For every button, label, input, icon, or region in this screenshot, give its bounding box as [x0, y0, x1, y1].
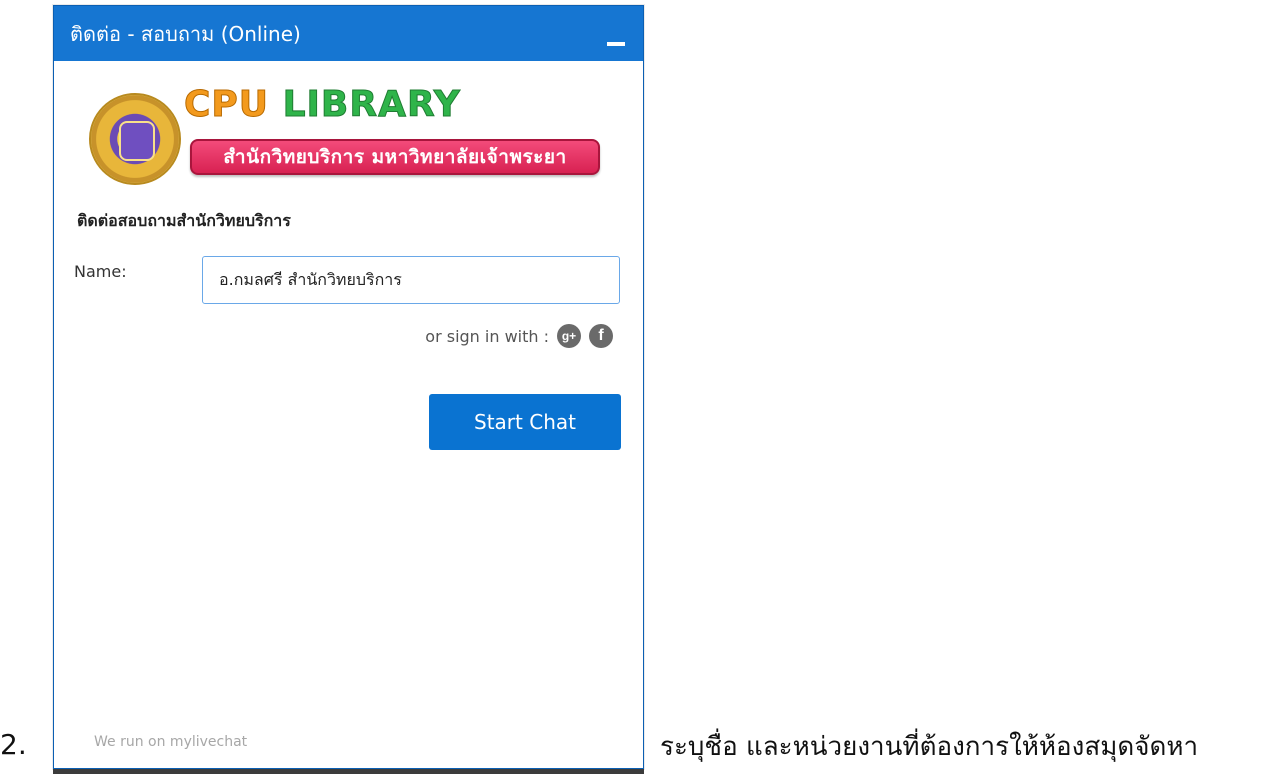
social-signin-row: or sign in with : g+ f — [425, 324, 613, 348]
name-input[interactable] — [202, 256, 620, 304]
step-number: 2. — [0, 728, 27, 761]
logo-word-library: LIBRARY — [282, 84, 461, 125]
name-label: Name: — [74, 262, 127, 281]
step-caption: ระบุชื่อ และหน่วยงานที่ต้องการให้ห้องสมุ… — [660, 732, 1199, 762]
facebook-icon[interactable]: f — [589, 324, 613, 348]
start-chat-button[interactable]: Start Chat — [429, 394, 621, 450]
form-heading: ติดต่อสอบถามสำนักวิทยบริการ — [77, 211, 291, 230]
logo-title: CPU LIBRARY — [183, 84, 461, 125]
signin-text: or sign in with : — [425, 326, 549, 346]
library-logo: CPU LIBRARY สำนักวิทยบริการ มหาวิทยาลัยเ… — [89, 86, 609, 191]
chat-titlebar: ติดต่อ - สอบถาม (Online) — [54, 6, 643, 61]
logo-word-cpu: CPU — [183, 84, 270, 125]
seal-center — [119, 121, 155, 161]
google-plus-icon[interactable]: g+ — [557, 324, 581, 348]
logo-banner: สำนักวิทยบริการ มหาวิทยาลัยเจ้าพระยา — [190, 139, 600, 175]
chat-window: ติดต่อ - สอบถาม (Online) CPU LIBRARY สำน… — [53, 5, 644, 774]
minimize-icon[interactable] — [605, 26, 627, 48]
powered-by-text[interactable]: We run on mylivechat — [94, 734, 247, 750]
chat-title: ติดต่อ - สอบถาม (Online) — [70, 21, 301, 46]
university-seal-icon — [89, 93, 181, 185]
